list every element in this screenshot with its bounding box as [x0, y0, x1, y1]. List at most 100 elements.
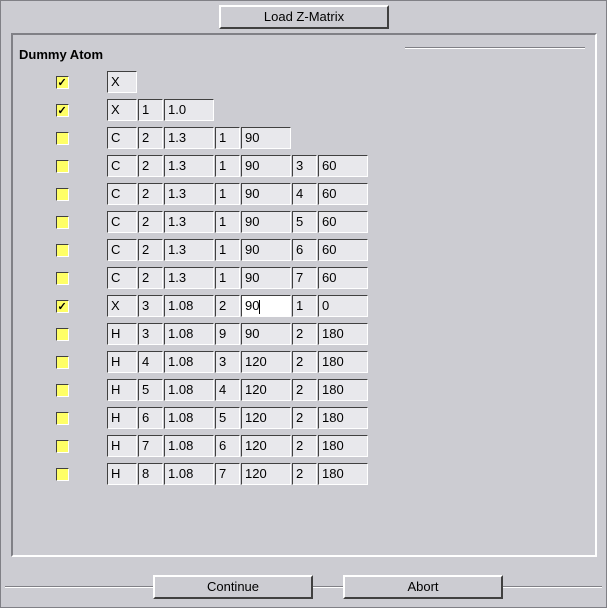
zmatrix-cell-atom[interactable]: X	[107, 71, 137, 93]
zmatrix-cell-r[interactable]: 1.3	[164, 127, 214, 149]
dummy-atom-checkbox[interactable]	[56, 300, 69, 313]
zmatrix-cell-i1[interactable]: 6	[138, 407, 163, 429]
zmatrix-cell-r[interactable]: 1.08	[164, 407, 214, 429]
zmatrix-cell-i2[interactable]: 2	[215, 295, 240, 317]
zmatrix-cell-a[interactable]: 90	[241, 211, 291, 233]
dummy-atom-checkbox[interactable]	[56, 104, 69, 117]
zmatrix-cell-r[interactable]: 1.3	[164, 155, 214, 177]
dummy-atom-checkbox[interactable]	[56, 468, 69, 481]
zmatrix-cell-a[interactable]: 120	[241, 435, 291, 457]
zmatrix-cell-i3[interactable]: 5	[292, 211, 317, 233]
zmatrix-cell-atom[interactable]: C	[107, 183, 137, 205]
zmatrix-cell-i1[interactable]: 2	[138, 155, 163, 177]
zmatrix-cell-i2[interactable]: 5	[215, 407, 240, 429]
zmatrix-cell-r[interactable]: 1.08	[164, 379, 214, 401]
zmatrix-cell-r[interactable]: 1.0	[164, 99, 214, 121]
zmatrix-cell-i1[interactable]: 4	[138, 351, 163, 373]
dummy-atom-checkbox[interactable]	[56, 328, 69, 341]
zmatrix-cell-r[interactable]: 1.08	[164, 323, 214, 345]
abort-button[interactable]: Abort	[343, 575, 503, 599]
zmatrix-cell-a[interactable]: 120	[241, 463, 291, 485]
zmatrix-cell-r[interactable]: 1.3	[164, 267, 214, 289]
zmatrix-cell-i3[interactable]: 2	[292, 435, 317, 457]
dummy-atom-checkbox[interactable]	[56, 216, 69, 229]
zmatrix-cell-d[interactable]: 180	[318, 351, 368, 373]
zmatrix-cell-i2[interactable]: 1	[215, 127, 240, 149]
zmatrix-cell-atom[interactable]: C	[107, 155, 137, 177]
zmatrix-cell-i2[interactable]: 1	[215, 183, 240, 205]
zmatrix-cell-i2[interactable]: 1	[215, 211, 240, 233]
zmatrix-cell-a[interactable]: 90	[241, 155, 291, 177]
dummy-atom-checkbox[interactable]	[56, 188, 69, 201]
zmatrix-cell-d[interactable]: 180	[318, 435, 368, 457]
dummy-atom-checkbox[interactable]	[56, 384, 69, 397]
zmatrix-cell-d[interactable]: 180	[318, 463, 368, 485]
zmatrix-cell-atom[interactable]: X	[107, 99, 137, 121]
zmatrix-cell-i2[interactable]: 1	[215, 239, 240, 261]
zmatrix-cell-i3[interactable]: 7	[292, 267, 317, 289]
dummy-atom-checkbox[interactable]	[56, 356, 69, 369]
zmatrix-cell-d[interactable]: 180	[318, 379, 368, 401]
zmatrix-cell-a[interactable]: 90	[241, 183, 291, 205]
zmatrix-cell-a[interactable]: 90	[241, 239, 291, 261]
continue-button[interactable]: Continue	[153, 575, 313, 599]
zmatrix-cell-atom[interactable]: H	[107, 407, 137, 429]
zmatrix-cell-i2[interactable]: 9	[215, 323, 240, 345]
zmatrix-cell-atom[interactable]: C	[107, 267, 137, 289]
zmatrix-cell-i3[interactable]: 3	[292, 155, 317, 177]
zmatrix-cell-a[interactable]: 90	[241, 323, 291, 345]
zmatrix-cell-d[interactable]: 60	[318, 183, 368, 205]
zmatrix-cell-i3[interactable]: 6	[292, 239, 317, 261]
zmatrix-cell-i1[interactable]: 1	[138, 99, 163, 121]
zmatrix-cell-i2[interactable]: 3	[215, 351, 240, 373]
zmatrix-cell-atom[interactable]: C	[107, 211, 137, 233]
zmatrix-cell-atom[interactable]: H	[107, 435, 137, 457]
zmatrix-cell-d[interactable]: 60	[318, 267, 368, 289]
zmatrix-cell-atom[interactable]: X	[107, 295, 137, 317]
zmatrix-cell-i2[interactable]: 7	[215, 463, 240, 485]
zmatrix-cell-r[interactable]: 1.08	[164, 463, 214, 485]
zmatrix-cell-atom[interactable]: H	[107, 351, 137, 373]
zmatrix-cell-d[interactable]: 0	[318, 295, 368, 317]
dummy-atom-checkbox[interactable]	[56, 440, 69, 453]
zmatrix-cell-a[interactable]: 120	[241, 407, 291, 429]
zmatrix-cell-i1[interactable]: 8	[138, 463, 163, 485]
zmatrix-cell-i3[interactable]: 2	[292, 407, 317, 429]
zmatrix-cell-r[interactable]: 1.08	[164, 351, 214, 373]
zmatrix-cell-d[interactable]: 180	[318, 407, 368, 429]
zmatrix-cell-r[interactable]: 1.08	[164, 295, 214, 317]
dummy-atom-checkbox[interactable]	[56, 132, 69, 145]
zmatrix-cell-atom[interactable]: H	[107, 463, 137, 485]
zmatrix-cell-i1[interactable]: 5	[138, 379, 163, 401]
zmatrix-cell-i3[interactable]: 2	[292, 323, 317, 345]
dummy-atom-checkbox[interactable]	[56, 244, 69, 257]
zmatrix-cell-i1[interactable]: 2	[138, 211, 163, 233]
zmatrix-cell-a[interactable]: 90	[241, 295, 291, 317]
zmatrix-cell-i1[interactable]: 2	[138, 239, 163, 261]
dummy-atom-checkbox[interactable]	[56, 160, 69, 173]
zmatrix-cell-i2[interactable]: 1	[215, 267, 240, 289]
dummy-atom-checkbox[interactable]	[56, 412, 69, 425]
zmatrix-cell-r[interactable]: 1.08	[164, 435, 214, 457]
zmatrix-cell-a[interactable]: 90	[241, 127, 291, 149]
zmatrix-cell-i3[interactable]: 2	[292, 351, 317, 373]
zmatrix-cell-atom[interactable]: C	[107, 239, 137, 261]
zmatrix-cell-a[interactable]: 90	[241, 267, 291, 289]
zmatrix-cell-a[interactable]: 120	[241, 351, 291, 373]
zmatrix-cell-d[interactable]: 60	[318, 211, 368, 233]
zmatrix-cell-i1[interactable]: 2	[138, 183, 163, 205]
zmatrix-cell-r[interactable]: 1.3	[164, 211, 214, 233]
zmatrix-cell-i1[interactable]: 2	[138, 127, 163, 149]
zmatrix-cell-d[interactable]: 180	[318, 323, 368, 345]
zmatrix-cell-i3[interactable]: 2	[292, 379, 317, 401]
dummy-atom-checkbox[interactable]	[56, 272, 69, 285]
zmatrix-cell-atom[interactable]: H	[107, 323, 137, 345]
dummy-atom-checkbox[interactable]	[56, 76, 69, 89]
zmatrix-cell-atom[interactable]: H	[107, 379, 137, 401]
load-zmatrix-button[interactable]: Load Z-Matrix	[219, 5, 389, 29]
zmatrix-cell-i3[interactable]: 2	[292, 463, 317, 485]
zmatrix-cell-i1[interactable]: 3	[138, 295, 163, 317]
zmatrix-cell-i1[interactable]: 3	[138, 323, 163, 345]
zmatrix-cell-i3[interactable]: 4	[292, 183, 317, 205]
zmatrix-cell-r[interactable]: 1.3	[164, 239, 214, 261]
